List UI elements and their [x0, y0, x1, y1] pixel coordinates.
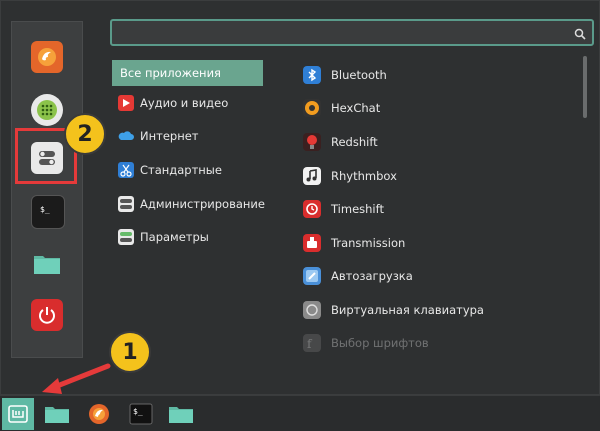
search-box[interactable]	[110, 19, 594, 46]
font-icon: f	[303, 334, 321, 352]
calculator-icon[interactable]	[31, 94, 63, 126]
scissors-icon	[118, 162, 134, 178]
app-label: Bluetooth	[331, 68, 387, 82]
app-virtual-keyboard[interactable]: Виртуальная клавиатура	[303, 297, 484, 323]
taskbar-folder-icon-2[interactable]	[166, 399, 196, 429]
category-label: Интернет	[140, 129, 199, 143]
app-transmission[interactable]: Transmission	[303, 230, 405, 256]
app-autostart[interactable]: Автозагрузка	[303, 263, 413, 289]
app-label: Виртуальная клавиатура	[331, 303, 484, 317]
app-font-viewer[interactable]: f Выбор шрифтов	[303, 330, 429, 356]
app-bluetooth[interactable]: Bluetooth	[303, 62, 387, 88]
terminal-icon[interactable]: $_	[31, 195, 65, 229]
folder-icon[interactable]	[31, 247, 63, 279]
app-label: Автозагрузка	[331, 269, 413, 283]
svg-text:$_: $_	[40, 205, 50, 214]
svg-text:f: f	[307, 337, 313, 351]
settings-icon	[118, 229, 134, 245]
redshift-icon	[303, 133, 321, 151]
autostart-icon	[303, 267, 321, 285]
category-label: Аудио и видео	[140, 96, 229, 110]
annotation-badge-2: 2	[64, 113, 106, 155]
app-label: Timeshift	[331, 202, 384, 216]
taskbar-terminal-icon[interactable]: $_	[126, 399, 156, 429]
app-hexchat[interactable]: HexChat	[303, 95, 380, 121]
search-input[interactable]	[118, 23, 572, 43]
category-preferences[interactable]: Параметры	[112, 224, 263, 250]
timeshift-icon	[303, 200, 321, 218]
svg-text:$_: $_	[133, 407, 143, 416]
category-label: Параметры	[140, 230, 209, 244]
play-icon	[118, 95, 134, 111]
search-icon[interactable]	[574, 25, 586, 44]
category-label: Администрирование	[140, 197, 265, 211]
app-timeshift[interactable]: Timeshift	[303, 196, 384, 222]
hexchat-icon	[303, 99, 321, 117]
app-label: Выбор шрифтов	[331, 336, 429, 350]
bluetooth-icon	[303, 66, 321, 84]
favorites-sidebar: $_	[11, 21, 83, 358]
category-audio-video[interactable]: Аудио и видео	[112, 90, 263, 116]
app-label: HexChat	[331, 101, 381, 115]
category-accessories[interactable]: Стандартные	[112, 157, 263, 183]
app-redshift[interactable]: Redshift	[303, 129, 378, 155]
app-label: Transmission	[331, 236, 406, 250]
cloud-icon	[118, 128, 134, 144]
category-label: Стандартные	[140, 163, 222, 177]
category-label: Все приложения	[120, 66, 221, 80]
toggle-icon	[118, 196, 134, 212]
app-label: Redshift	[331, 135, 378, 149]
power-icon[interactable]	[31, 299, 63, 331]
rhythmbox-icon	[303, 167, 321, 185]
transmission-icon	[303, 234, 321, 252]
annotation-arrow	[42, 363, 111, 394]
app-rhythmbox[interactable]: Rhythmbox	[303, 163, 397, 189]
taskbar-folder-icon[interactable]	[42, 399, 72, 429]
keyboard-icon	[303, 301, 321, 319]
taskbar-firefox-icon[interactable]	[84, 399, 114, 429]
menu-button[interactable]	[2, 398, 34, 430]
category-all-apps[interactable]: Все приложения	[112, 60, 263, 86]
annotation-badge-1: 1	[109, 331, 151, 373]
scrollbar[interactable]	[583, 56, 587, 118]
application-menu: $_ Все приложения Аудио и видео Интернет…	[0, 0, 600, 395]
category-internet[interactable]: Интернет	[112, 123, 263, 149]
firefox-icon[interactable]	[31, 41, 63, 73]
app-label: Rhythmbox	[331, 169, 397, 183]
category-administration[interactable]: Администрирование	[112, 191, 265, 217]
taskbar-panel: $_	[0, 395, 600, 431]
